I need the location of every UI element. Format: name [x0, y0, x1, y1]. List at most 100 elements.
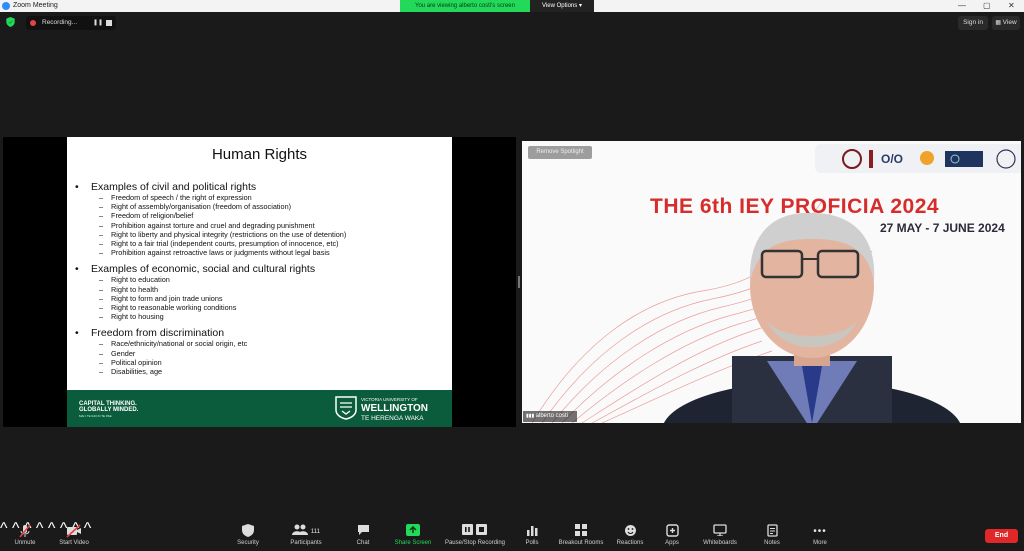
close-button[interactable]: ✕ [1008, 1, 1015, 10]
slide-section: Examples of economic, social and cultura… [75, 263, 445, 321]
share-screen-icon [393, 524, 433, 540]
background-waves [531, 200, 961, 423]
grid-icon: ▦ [995, 20, 1003, 26]
breakout-rooms-icon [556, 524, 606, 540]
section-heading: Freedom from discrimination [75, 327, 445, 339]
apps-label: Apps [665, 540, 679, 546]
whiteboards-label: Whiteboards [703, 540, 737, 546]
svg-text:O/O: O/O [881, 152, 903, 166]
audio-options-chevron-icon[interactable]: ^ [0, 520, 8, 537]
tagline-line-2: GLOBALLY MINDED. [79, 407, 139, 413]
view-button[interactable]: ▦ View [992, 16, 1020, 30]
sponsor-logos: O/O [815, 144, 1021, 173]
breakout-rooms-button[interactable]: Breakout Rooms [556, 520, 606, 551]
list-item: Right of assembly/organisation (freedom … [75, 202, 445, 211]
more-button[interactable]: ••• More [808, 520, 832, 551]
signal-strength-icon: ▮▮▮ [526, 413, 536, 419]
unmute-button[interactable]: Unmute [8, 520, 42, 551]
notes-label: Notes [764, 540, 780, 546]
unmute-label: Unmute [14, 540, 36, 546]
event-title: THE 6th IEY PROFICIA 2024 [650, 195, 940, 218]
participants-icon: 111 [284, 524, 328, 540]
university-name-small: VICTORIA UNIVERSITY OF [361, 397, 418, 402]
notes-icon [760, 524, 784, 540]
meeting-toolbar: Unmute ^ Start Video ^ Security 111 Part… [0, 520, 1024, 551]
slide-title: Human Rights [211, 146, 308, 163]
security-label: Security [237, 540, 259, 546]
mic-muted-icon [8, 524, 42, 540]
apps-icon [660, 524, 684, 540]
security-button[interactable]: Security [232, 520, 264, 551]
slide-section: Examples of civil and political rights F… [75, 181, 445, 257]
chat-label: Chat [356, 540, 370, 546]
view-label: View [1002, 19, 1017, 26]
video-off-icon [56, 524, 92, 540]
participant-name-tag: ▮▮▮ alberto costi [523, 411, 577, 422]
end-meeting-button[interactable]: End [985, 529, 1018, 543]
shield-icon [232, 524, 264, 540]
whiteboards-button[interactable]: Whiteboards [700, 520, 740, 551]
university-name: WELLINGTON [361, 403, 429, 414]
tagline-line-3: MAI I TE IHO KI TE PAE [79, 414, 112, 418]
list-item: Prohibition against torture and cruel an… [75, 221, 445, 230]
minimize-button[interactable]: — [958, 1, 966, 10]
remove-spotlight-button[interactable]: Remove Spotlight [528, 146, 592, 159]
zoom-app-icon [2, 2, 10, 10]
pause-stop-recording-label: Pause/Stop Recording [444, 540, 506, 546]
list-item: Political opinion [75, 358, 445, 367]
chat-icon [350, 524, 376, 540]
pause-stop-recording-button[interactable]: Pause/Stop Recording [443, 520, 507, 551]
list-item: Right to housing [75, 312, 445, 321]
polls-label: Polls [525, 540, 539, 546]
polls-button[interactable]: Polls [520, 520, 544, 551]
section-heading: Examples of civil and political rights [75, 181, 445, 193]
event-dates: 27 MAY - 7 JUNE 2024 [880, 221, 1005, 235]
chat-button[interactable]: Chat [350, 520, 376, 551]
pause-recording-icon[interactable]: ❚❚ [93, 19, 103, 26]
participant-name: alberto costi [535, 413, 569, 419]
sign-in-button[interactable]: Sign in [958, 16, 988, 30]
recording-icon [443, 524, 507, 540]
slide-body: Examples of civil and political rights F… [75, 181, 445, 382]
section-heading: Examples of economic, social and cultura… [75, 263, 445, 275]
more-icon: ••• [813, 526, 827, 537]
screen-share-banner: You are viewing alberto costi's screen [400, 0, 530, 12]
list-item: Right to liberty and physical integrity … [75, 230, 445, 239]
list-item: Gender [75, 349, 445, 358]
recording-indicator: Recording... ❚❚ [26, 16, 116, 30]
more-label: More [813, 540, 827, 546]
list-item: Right to education [75, 275, 445, 284]
chevron-down-icon: ▾ [578, 3, 582, 9]
university-maori-name: TE HERENGA WAKA [361, 415, 424, 422]
list-item: Freedom of religion/belief [75, 211, 445, 220]
list-item: Right to form and join trade unions [75, 294, 445, 303]
view-options-button[interactable]: View Options ▾ [530, 0, 594, 12]
participants-label: Participants [290, 540, 322, 546]
list-item: Right to health [75, 285, 445, 294]
list-item: Race/ethnicity/national or social origin… [75, 339, 445, 348]
participant-count: 111 [310, 529, 320, 535]
polls-icon [520, 524, 544, 540]
apps-button[interactable]: Apps [660, 520, 684, 551]
view-options-label: View Options [542, 3, 578, 9]
slide-section: Freedom from discrimination Race/ethnici… [75, 327, 445, 376]
list-item: Freedom of speech / the right of express… [75, 193, 445, 202]
stop-recording-icon[interactable] [106, 20, 112, 26]
shared-screen: Human Rights Examples of civil and polit… [3, 137, 516, 427]
notes-button[interactable]: Notes [760, 520, 784, 551]
maximize-button[interactable]: ▢ [983, 1, 991, 10]
window-title: Zoom Meeting [13, 2, 58, 9]
share-screen-button[interactable]: Share Screen [393, 520, 433, 551]
start-video-button[interactable]: Start Video [56, 520, 92, 551]
split-view-drag-handle[interactable] [518, 276, 520, 288]
share-options-chevron-icon[interactable]: ^ [48, 520, 56, 537]
participants-button[interactable]: 111 Participants [284, 520, 328, 551]
encryption-shield-icon[interactable] [6, 17, 15, 27]
reactions-button[interactable]: Reactions [614, 520, 646, 551]
university-crest-icon [335, 396, 357, 420]
share-screen-label: Share Screen [394, 540, 432, 546]
list-item: Disabilities, age [75, 367, 445, 376]
start-video-label: Start Video [59, 540, 89, 546]
list-item: Right to reasonable working conditions [75, 303, 445, 312]
presentation-slide: Human Rights Examples of civil and polit… [67, 137, 452, 427]
